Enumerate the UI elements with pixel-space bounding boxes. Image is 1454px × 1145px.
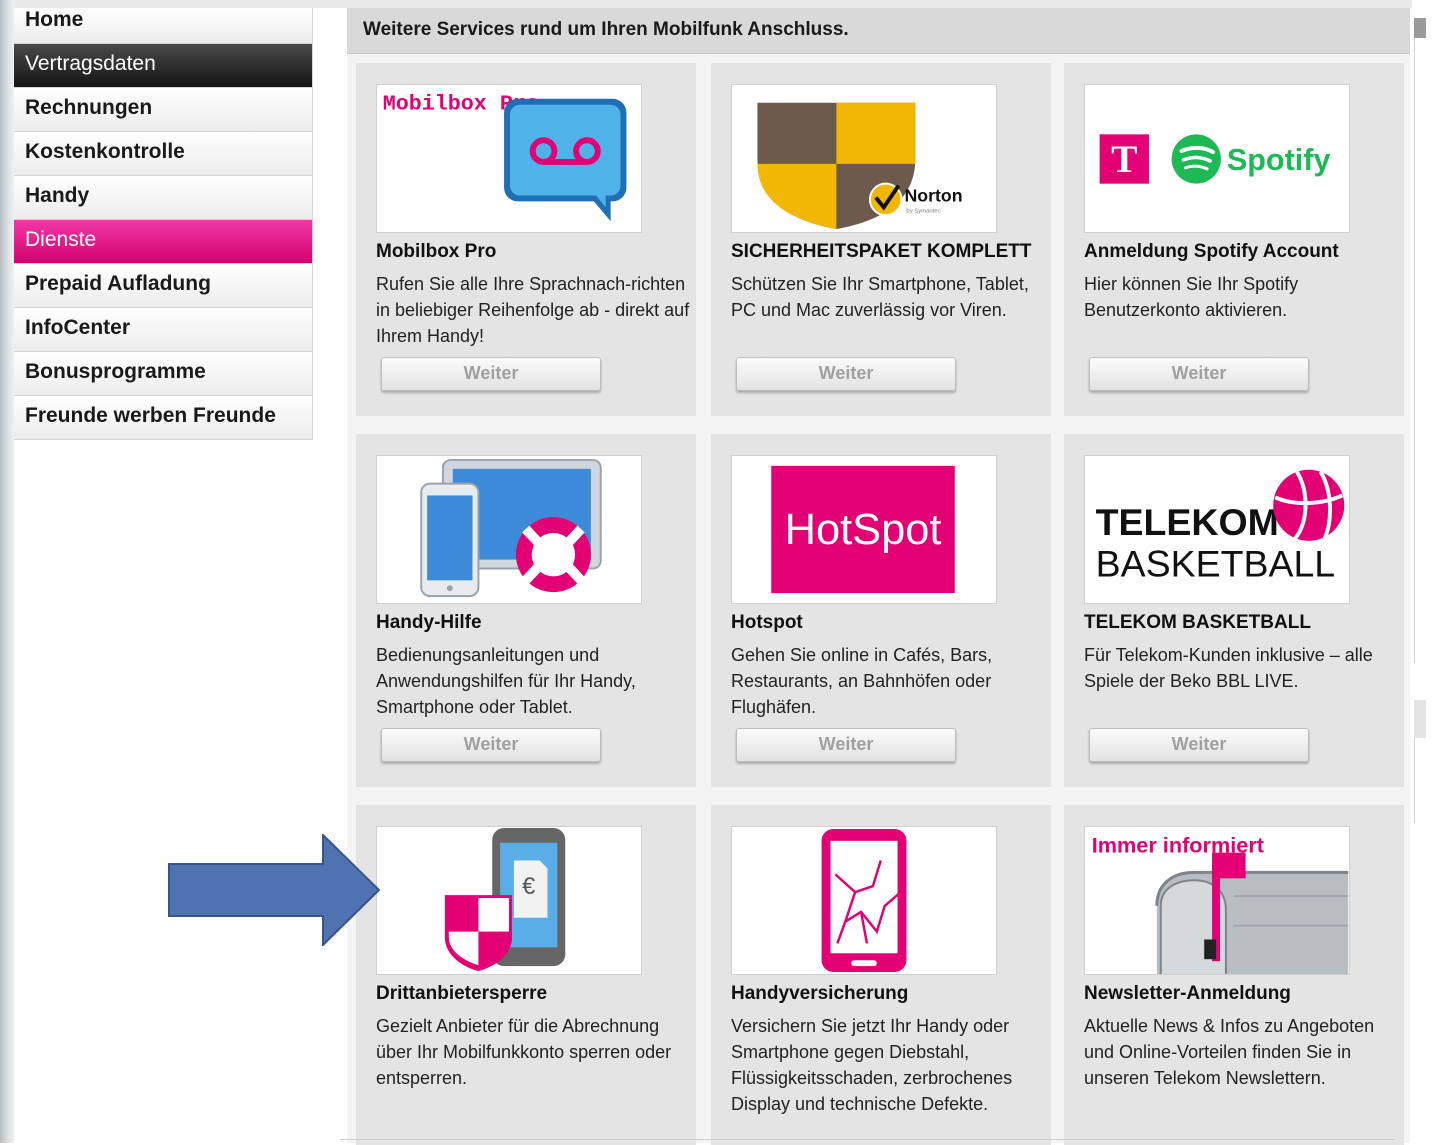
svg-text:by Symantec: by Symantec <box>906 208 940 214</box>
card-description: Gezielt Anbieter für die Abrechnung über… <box>376 1016 672 1088</box>
hotspot-thumbnail: HotSpot <box>731 455 997 604</box>
card-description: Bedienungsanleitungen und Anwendungshilf… <box>376 645 636 717</box>
spotify-thumbnail: T Spotify <box>1084 84 1350 233</box>
card-title: Anmeldung Spotify Account <box>1084 241 1339 262</box>
svg-text:Norton: Norton <box>904 185 962 205</box>
sidebar-item-freunde-werben-freunde[interactable]: Freunde werben Freunde <box>14 396 313 440</box>
sidebar-item-vertragsdaten[interactable]: Vertragsdaten <box>14 44 313 88</box>
card-description: Für Telekom-Kunden inklusive – alle Spie… <box>1084 645 1373 691</box>
annotation-arrow-icon <box>168 834 380 946</box>
voicemail-bubble-icon: Mobilbox Pro <box>383 92 627 222</box>
services-panel: Weitere Services rund um Ihren Mobilfunk… <box>347 8 1410 1145</box>
drittanbietersperre-thumbnail: € <box>376 826 642 975</box>
service-card-handyversicherung: Handyversicherung Versichern Sie jetzt I… <box>711 805 1051 1145</box>
svg-text:€: € <box>522 874 535 900</box>
sidebar-item-bonusprogramme[interactable]: Bonusprogramme <box>14 352 313 396</box>
service-card-hotspot: HotSpot Hotspot Gehen Sie online in Café… <box>711 434 1051 787</box>
bottom-divider <box>340 1139 1395 1140</box>
weiter-button[interactable]: Weiter <box>1089 357 1309 391</box>
service-card-newsletter: Immer informiert Newsletter-Anmeldung Ak… <box>1064 805 1404 1145</box>
right-gutter <box>1412 0 1454 1143</box>
card-title: Newsletter-Anmeldung <box>1084 983 1291 1004</box>
weiter-button[interactable]: Weiter <box>381 728 601 762</box>
service-card-telekom-basketball: TELEKOM BASKETBALL TELEKOM BASKETBALL Fü… <box>1064 434 1404 787</box>
card-title: Handy-Hilfe <box>376 612 482 633</box>
sidebar-item-rechnungen[interactable]: Rechnungen <box>14 88 313 132</box>
devices-lifebuoy-icon <box>420 458 602 598</box>
svg-text:Spotify: Spotify <box>1227 143 1331 177</box>
norton-shield-icon: Norton by Symantec <box>757 102 963 230</box>
mobilbox-thumbnail: Mobilbox Pro <box>376 84 642 233</box>
sidebar-item-infocenter[interactable]: InfoCenter <box>14 308 313 352</box>
service-card-mobilbox-pro: Mobilbox Pro Mobilbox Pro Rufen Sie alle… <box>356 63 696 416</box>
phone-shield-euro-icon: € <box>444 827 566 972</box>
hotspot-logo: HotSpot <box>771 465 955 594</box>
telekom-spotify-logo: T Spotify <box>1099 134 1331 184</box>
sidebar-item-prepaid-aufladung[interactable]: Prepaid Aufladung <box>14 264 313 308</box>
svg-text:BASKETBALL: BASKETBALL <box>1096 542 1336 584</box>
sidebar-item-kostenkontrolle[interactable]: Kostenkontrolle <box>14 132 313 176</box>
card-title: Hotspot <box>731 612 803 633</box>
newsletter-thumbnail: Immer informiert <box>1084 826 1350 975</box>
card-description: Rufen Sie alle Ihre Sprachnach-richten i… <box>376 274 690 346</box>
card-title: SICHERHEITSPAKET KOMPLETT <box>731 241 1032 262</box>
weiter-button[interactable]: Weiter <box>381 357 601 391</box>
basketball-thumbnail: TELEKOM BASKETBALL <box>1084 455 1350 604</box>
page-title: Weitere Services rund um Ihren Mobilfunk… <box>347 8 1410 54</box>
service-card-spotify: T Spotify Anmeldung Spotify Account Hier… <box>1064 63 1404 416</box>
sidebar-item-dienste[interactable]: Dienste <box>14 220 313 264</box>
svg-text:TELEKOM: TELEKOM <box>1096 501 1279 543</box>
sidebar-item-handy[interactable]: Handy <box>14 176 313 220</box>
cracked-phone-icon <box>821 828 907 973</box>
card-description: Gehen Sie online in Cafés, Bars, Restaur… <box>731 645 993 717</box>
basketball-icon: TELEKOM BASKETBALL <box>1096 469 1345 584</box>
card-description: Aktuelle News & Infos zu Angeboten und O… <box>1084 1016 1375 1088</box>
service-card-handy-hilfe: Handy-Hilfe Bedienungsanleitungen und An… <box>356 434 696 787</box>
handy-hilfe-thumbnail <box>376 455 642 604</box>
weiter-button[interactable]: Weiter <box>736 357 956 391</box>
card-title: Handyversicherung <box>731 983 909 1004</box>
card-title: TELEKOM BASKETBALL <box>1084 612 1311 633</box>
card-title: Drittanbietersperre <box>376 983 548 1004</box>
mailbox-icon: Immer informiert <box>1092 833 1349 974</box>
window-left-edge <box>0 0 14 1143</box>
card-title: Mobilbox Pro <box>376 241 497 262</box>
sidebar-nav: Home Vertragsdaten Rechnungen Kostenkont… <box>14 8 313 440</box>
card-description: Hier können Sie Ihr Spotify Benutzerkont… <box>1084 274 1299 320</box>
card-description: Versichern Sie jetzt Ihr Handy oder Smar… <box>731 1016 1013 1114</box>
svg-text:HotSpot: HotSpot <box>785 506 942 554</box>
sidebar-item-home[interactable]: Home <box>14 8 313 44</box>
weiter-button[interactable]: Weiter <box>1089 728 1309 762</box>
service-card-drittanbietersperre: € Drittanbietersperre Gezielt Anbieter f… <box>356 805 696 1145</box>
svg-text:T: T <box>1111 137 1137 181</box>
service-card-sicherheitspaket: Norton by Symantec SICHERHEITSPAKET KOMP… <box>711 63 1051 416</box>
handyversicherung-thumbnail <box>731 826 997 975</box>
norton-thumbnail: Norton by Symantec <box>731 84 997 233</box>
window-top-strip <box>14 0 1454 8</box>
card-description: Schützen Sie Ihr Smartphone, Tablet, PC … <box>731 274 1029 320</box>
weiter-button[interactable]: Weiter <box>736 728 956 762</box>
